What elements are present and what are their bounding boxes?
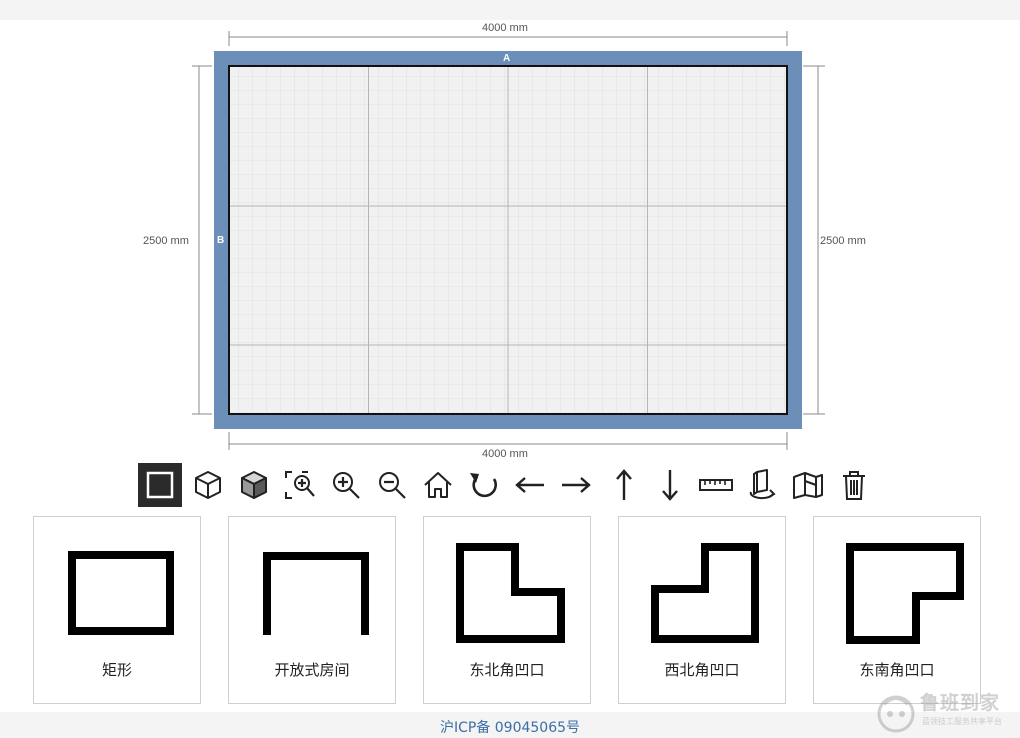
rotate-3d-icon — [749, 469, 776, 500]
cube-solid-icon — [241, 471, 267, 499]
right-dimension-label: 2500 mm — [820, 235, 866, 247]
wall-a-label[interactable]: A — [503, 53, 510, 64]
zoom-out-button[interactable] — [370, 463, 414, 507]
template-southeast-notch[interactable]: 东南角凹口 — [813, 516, 981, 704]
square-icon — [146, 471, 174, 499]
open-room-button[interactable] — [786, 463, 830, 507]
zoom-out-icon — [379, 472, 406, 499]
template-label: 开放式房间 — [274, 661, 350, 679]
bottom-dimension-label: 4000 mm — [482, 448, 528, 460]
view-3d-outline-button[interactable] — [186, 463, 230, 507]
trash-icon — [843, 471, 865, 500]
room-template-list: 矩形 开放式房间 东北角凹口 西北角凹口 东南角凹口 — [0, 516, 1020, 706]
open-room-icon — [793, 472, 823, 499]
northeast-notch-icon — [456, 543, 565, 643]
template-label: 东南角凹口 — [859, 661, 935, 679]
logo-mascot-icon — [877, 695, 915, 733]
home-button[interactable] — [416, 463, 460, 507]
rotate-3d-button[interactable] — [740, 463, 784, 507]
wall-b-label[interactable]: B — [217, 235, 224, 246]
view-3d-solid-button[interactable] — [232, 463, 276, 507]
rotate-icon — [470, 473, 497, 498]
northwest-notch-icon — [651, 543, 759, 643]
ruler-button[interactable] — [694, 463, 738, 507]
southeast-notch-icon — [846, 543, 964, 644]
move-up-button[interactable] — [602, 463, 646, 507]
brand-logo: 鲁班到家 蓝领技工服务共享平台 — [870, 686, 1020, 738]
template-label: 西北角凹口 — [664, 661, 740, 679]
template-rectangle[interactable]: 矩形 — [33, 516, 201, 704]
zoom-fit-button[interactable] — [278, 463, 322, 507]
home-icon — [424, 472, 452, 498]
rotate-button[interactable] — [462, 463, 506, 507]
left-dimension-label: 2500 mm — [143, 235, 189, 247]
template-northwest-notch[interactable]: 西北角凹口 — [618, 516, 786, 704]
open-room-shape-icon — [263, 552, 369, 635]
move-right-button[interactable] — [554, 463, 598, 507]
move-left-button[interactable] — [508, 463, 552, 507]
logo-tagline: 蓝领技工服务共享平台 — [922, 717, 1002, 726]
draw-2d-button[interactable] — [138, 463, 182, 507]
zoom-fit-icon — [285, 471, 315, 499]
toolbar — [0, 461, 1020, 509]
template-label: 东北角凹口 — [469, 661, 545, 679]
arrow-up-icon — [616, 469, 632, 500]
zoom-in-button[interactable] — [324, 463, 368, 507]
arrow-left-icon — [515, 477, 544, 493]
template-label: 矩形 — [101, 661, 132, 679]
icp-link[interactable]: 沪ICP备 09045065号 — [0, 717, 1020, 737]
footer: 沪ICP备 09045065号 — [0, 712, 1020, 738]
template-open-room[interactable]: 开放式房间 — [228, 516, 396, 704]
arrow-right-icon — [562, 477, 591, 493]
rectangle-room-icon — [68, 551, 174, 635]
top-dimension-label: 4000 mm — [482, 22, 528, 34]
logo-name: 鲁班到家 — [920, 692, 1001, 714]
left-dimension-line — [192, 65, 212, 415]
floor-plan-canvas[interactable]: 4000 mm 4000 mm 2500 mm 2500 mm A B — [0, 20, 1020, 460]
zoom-in-icon — [333, 472, 360, 499]
delete-button[interactable] — [832, 463, 876, 507]
top-bar — [0, 0, 1020, 20]
template-northeast-notch[interactable]: 东北角凹口 — [423, 516, 591, 704]
move-down-button[interactable] — [648, 463, 692, 507]
cube-outline-icon — [195, 471, 221, 499]
ruler-icon — [699, 479, 733, 491]
arrow-down-icon — [662, 470, 678, 501]
